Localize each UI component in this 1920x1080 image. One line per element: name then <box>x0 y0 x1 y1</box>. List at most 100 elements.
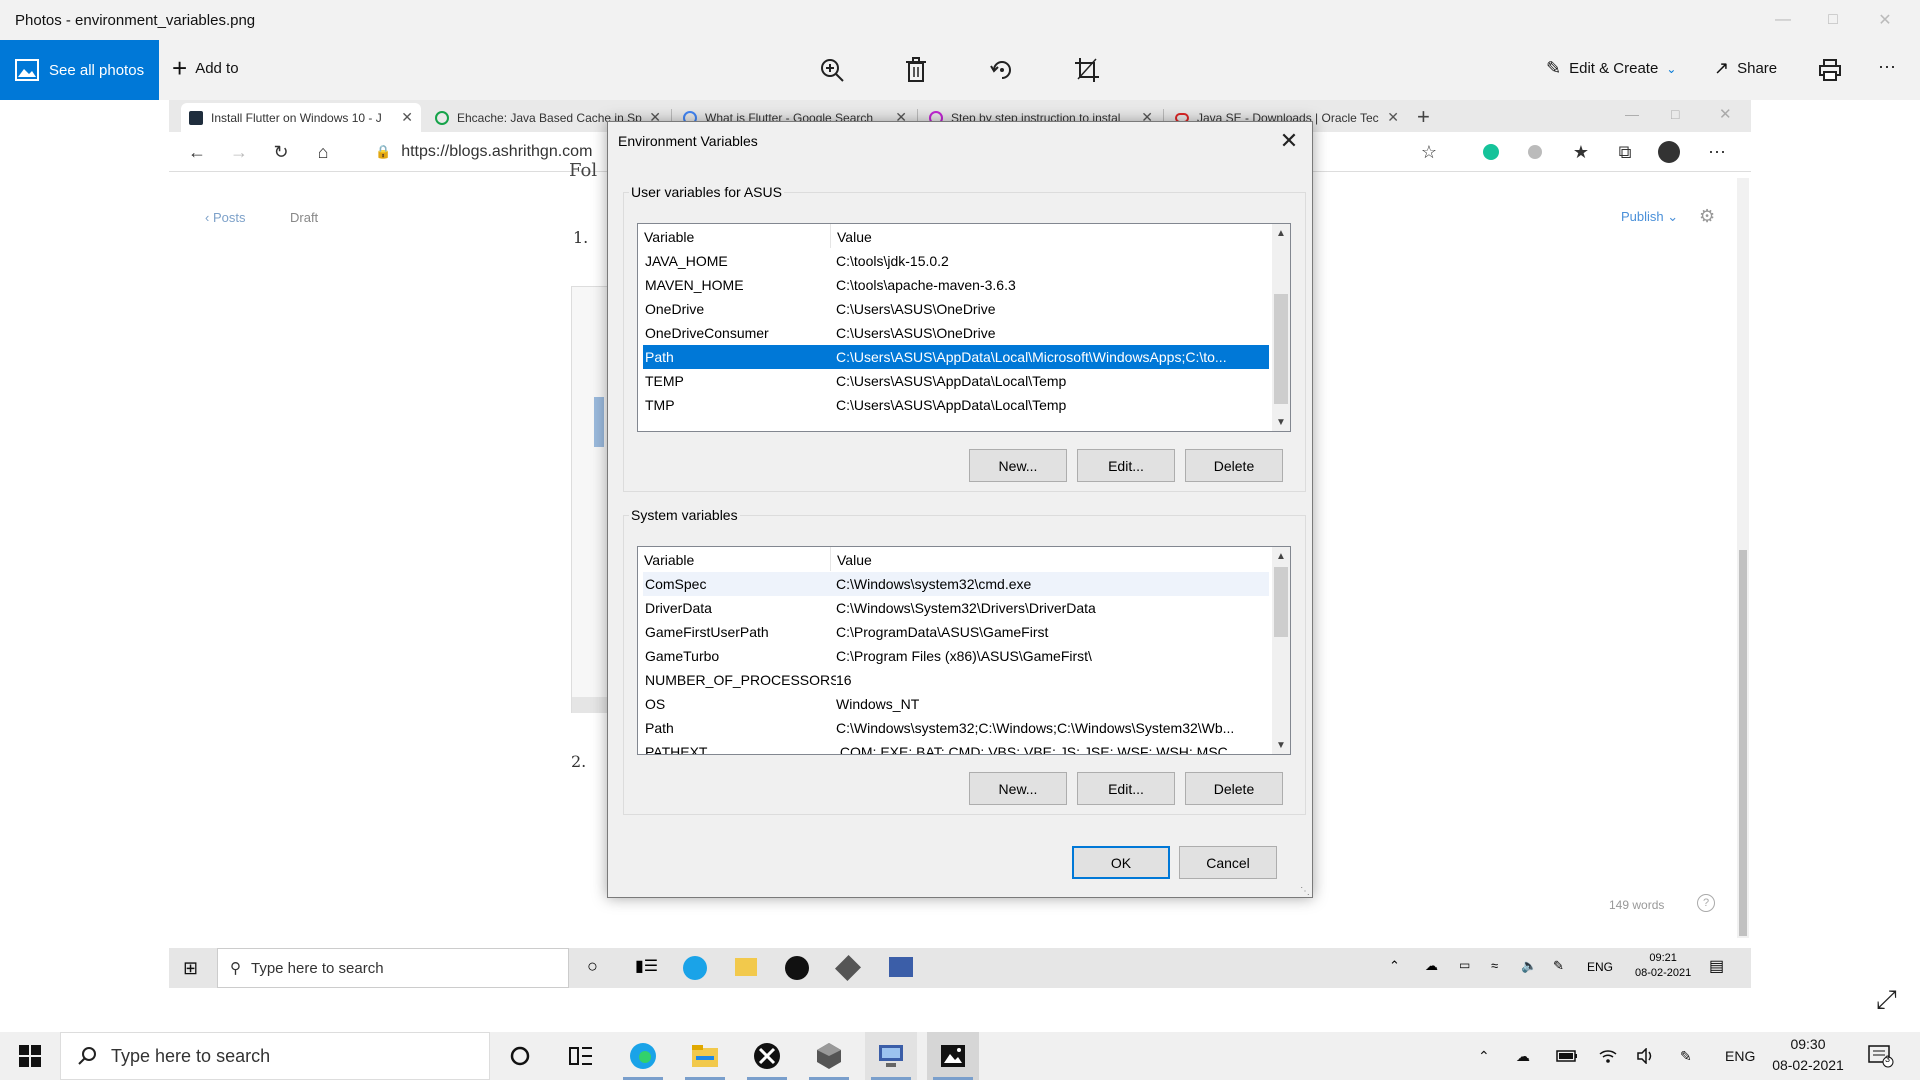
refresh-icon[interactable]: ↻ <box>269 140 293 164</box>
scroll-thumb[interactable] <box>1274 294 1288 404</box>
close-tab-icon[interactable]: ✕ <box>1381 109 1399 126</box>
forward-arrow-icon[interactable]: → <box>227 140 251 164</box>
column-header-value[interactable]: Value <box>831 547 872 571</box>
print-icon[interactable] <box>1812 52 1848 88</box>
wifi-icon[interactable]: ≈ <box>1491 958 1498 973</box>
task-view-icon[interactable] <box>555 1032 607 1080</box>
list-row[interactable]: JAVA_HOME C:\tools\jdk-15.0.2 <box>643 249 1269 273</box>
system-list-scrollbar[interactable]: ▲ ▼ <box>1272 547 1290 754</box>
user-list-scrollbar[interactable]: ▲ ▼ <box>1272 224 1290 431</box>
battery-icon[interactable] <box>1556 1032 1578 1080</box>
xbox-icon[interactable] <box>741 1032 793 1080</box>
grammarly-icon[interactable] <box>1479 140 1503 164</box>
task-view-icon[interactable]: ▮☰ <box>635 956 658 976</box>
ok-button[interactable]: OK <box>1072 846 1170 879</box>
publish-button[interactable]: Publish ⌄ <box>1621 209 1678 225</box>
collections-icon[interactable]: ⧉ <box>1613 140 1637 164</box>
file-explorer-icon[interactable] <box>735 958 757 976</box>
posts-link[interactable]: ‹ Posts <box>205 210 245 225</box>
close-window-button[interactable]: ✕ <box>1862 0 1908 40</box>
share-button[interactable]: ↗ Share <box>1714 58 1777 79</box>
list-row[interactable]: PATHEXT .COM;.EXE;.BAT;.CMD;.VBS;.VBE;.JS… <box>643 740 1269 754</box>
windows-start-icon[interactable] <box>4 1032 56 1080</box>
delete-icon[interactable] <box>898 52 934 88</box>
favorites-icon[interactable]: ★ <box>1569 140 1593 164</box>
system-properties-icon[interactable] <box>865 1032 917 1080</box>
add-to-button[interactable]: + Add to <box>172 55 239 81</box>
scroll-up-icon[interactable]: ▲ <box>1272 224 1290 242</box>
new-tab-button[interactable]: + <box>1417 104 1430 130</box>
browser-tab[interactable]: Install Flutter on Windows 10 - J ✕ <box>181 103 421 132</box>
crop-icon[interactable] <box>1069 52 1105 88</box>
list-row[interactable]: OneDrive C:\Users\ASUS\OneDrive <box>643 297 1269 321</box>
windows-start-icon[interactable]: ⊞ <box>183 958 198 979</box>
list-row-selected[interactable]: Path C:\Users\ASUS\AppData\Local\Microsof… <box>643 345 1269 369</box>
resize-grip-icon[interactable]: ⋱ <box>1300 886 1310 897</box>
close-tab-icon[interactable]: ✕ <box>395 109 413 126</box>
expand-icon[interactable]: ⤢ <box>1876 984 1897 1016</box>
zoom-icon[interactable] <box>814 52 850 88</box>
scroll-down-icon[interactable]: ▼ <box>1272 413 1290 431</box>
list-row[interactable]: DriverData C:\Windows\System32\Drivers\Dr… <box>643 596 1269 620</box>
list-row[interactable]: Path C:\Windows\system32;C:\Windows;C:\Wi… <box>643 716 1269 740</box>
language-indicator[interactable]: ENG <box>1725 1032 1755 1080</box>
system-variables-list[interactable]: Variable Value ComSpec C:\Windows\system3… <box>637 546 1291 755</box>
browser-menu-icon[interactable]: ⋯ <box>1705 140 1729 164</box>
cortana-icon[interactable]: ○ <box>587 956 598 977</box>
home-icon[interactable]: ⌂ <box>311 140 335 164</box>
xbox-icon[interactable] <box>785 956 809 980</box>
extension-icon[interactable] <box>1523 140 1547 164</box>
maximize-button[interactable]: □ <box>1810 0 1856 40</box>
system-edit-button[interactable]: Edit... <box>1077 772 1175 805</box>
browser-minimize-button[interactable]: — <box>1625 106 1639 122</box>
system-delete-button[interactable]: Delete <box>1185 772 1283 805</box>
inner-search-box[interactable]: ⚲ Type here to search <box>217 948 569 988</box>
dialog-close-icon[interactable]: ✕ <box>1276 128 1302 154</box>
more-options-button[interactable]: ··· <box>1878 56 1896 77</box>
column-header-value[interactable]: Value <box>831 224 872 248</box>
clock[interactable]: 09:30 08-02-2021 <box>1768 1036 1848 1073</box>
wifi-icon[interactable] <box>1598 1032 1618 1080</box>
pen-icon[interactable]: ✎ <box>1553 958 1564 974</box>
photos-app-icon[interactable] <box>927 1032 979 1080</box>
scroll-thumb[interactable] <box>1274 567 1288 637</box>
onedrive-icon[interactable]: ☁ <box>1425 958 1438 974</box>
app-icon[interactable] <box>803 1032 855 1080</box>
user-edit-button[interactable]: Edit... <box>1077 449 1175 482</box>
list-row[interactable]: OneDriveConsumer C:\Users\ASUS\OneDrive <box>643 321 1269 345</box>
battery-icon[interactable]: ▭ <box>1459 958 1470 972</box>
list-row[interactable]: GameTurbo C:\Program Files (x86)\ASUS\Gam… <box>643 644 1269 668</box>
edge-icon[interactable] <box>617 1032 669 1080</box>
user-new-button[interactable]: New... <box>969 449 1067 482</box>
favorite-add-icon[interactable]: ☆ <box>1417 140 1441 164</box>
column-header-variable[interactable]: Variable <box>638 547 831 571</box>
list-row[interactable]: NUMBER_OF_PROCESSORS 16 <box>643 668 1269 692</box>
tray-chevron-icon[interactable]: ⌃ <box>1478 1032 1490 1080</box>
scroll-up-icon[interactable]: ▲ <box>1272 547 1290 565</box>
user-delete-button[interactable]: Delete <box>1185 449 1283 482</box>
minimize-button[interactable]: — <box>1760 0 1806 40</box>
tray-chevron-icon[interactable]: ⌃ <box>1389 958 1400 974</box>
pen-icon[interactable]: ✎ <box>1680 1032 1692 1080</box>
browser-close-button[interactable]: ✕ <box>1719 105 1732 123</box>
rotate-icon[interactable] <box>984 52 1020 88</box>
taskbar-search-box[interactable]: Type here to search <box>60 1032 490 1080</box>
notification-icon[interactable]: 3 <box>1868 1032 1894 1080</box>
volume-icon[interactable]: 🔈 <box>1521 958 1537 974</box>
page-scrollbar[interactable] <box>1737 178 1749 938</box>
list-row[interactable]: ComSpec C:\Windows\system32\cmd.exe <box>643 572 1269 596</box>
edit-create-button[interactable]: ✎ Edit & Create ⌄ <box>1546 58 1676 79</box>
profile-avatar[interactable] <box>1657 140 1681 164</box>
browser-maximize-button[interactable]: □ <box>1671 106 1679 122</box>
back-arrow-icon[interactable]: ← <box>185 140 209 164</box>
settings-gear-icon[interactable]: ⚙ <box>1699 206 1715 227</box>
list-row[interactable]: TMP C:\Users\ASUS\AppData\Local\Temp <box>643 393 1269 417</box>
column-header-variable[interactable]: Variable <box>638 224 831 248</box>
volume-icon[interactable] <box>1636 1032 1656 1080</box>
user-variables-list[interactable]: Variable Value JAVA_HOME C:\tools\jdk-15.… <box>637 223 1291 432</box>
list-row[interactable]: TEMP C:\Users\ASUS\AppData\Local\Temp <box>643 369 1269 393</box>
onedrive-icon[interactable]: ☁ <box>1516 1032 1530 1080</box>
edge-icon[interactable] <box>683 956 707 980</box>
scroll-down-icon[interactable]: ▼ <box>1272 736 1290 754</box>
cancel-button[interactable]: Cancel <box>1179 846 1277 879</box>
